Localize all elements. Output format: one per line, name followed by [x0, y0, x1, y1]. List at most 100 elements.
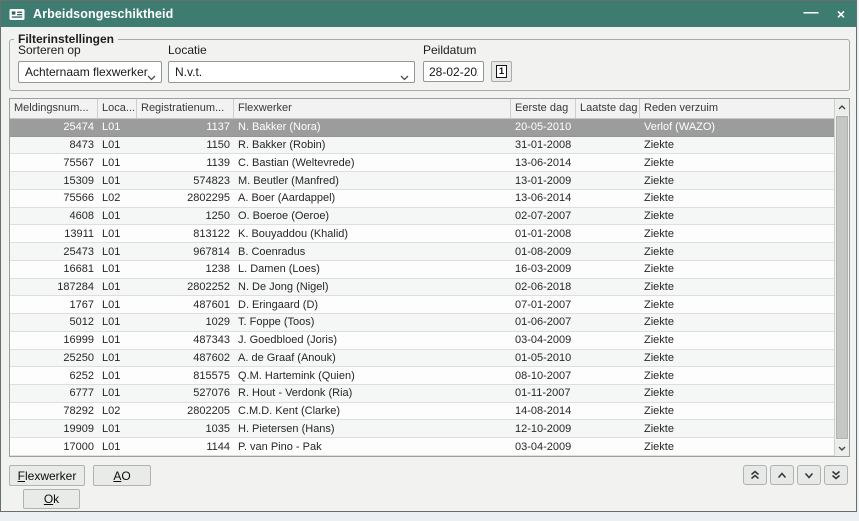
nav-last-button[interactable]: [824, 465, 848, 485]
cell-registratie: 2802205: [137, 405, 234, 417]
cell-flexwerker: O. Boeroe (Oeroe): [234, 210, 511, 222]
cell-reden: Ziekte: [640, 157, 834, 169]
cell-locatie: L01: [98, 121, 137, 133]
cell-flexwerker: D. Eringaard (D): [234, 299, 511, 311]
double-chevron-up-icon: [750, 470, 760, 480]
cell-eerste: 01-05-2010: [511, 352, 576, 364]
sort-label: Sorteren op: [18, 43, 162, 57]
cell-registratie: 1137: [137, 121, 234, 133]
table-row[interactable]: 25474L011137N. Bakker (Nora)20-05-2010Ve…: [10, 119, 834, 137]
cell-registratie: 967814: [137, 246, 234, 258]
sort-dropdown-value: Achternaam flexwerker: [25, 65, 148, 79]
ok-button[interactable]: Ok: [23, 489, 80, 509]
table-row[interactable]: 4608L011250O. Boeroe (Oeroe)02-07-2007Zi…: [10, 208, 834, 226]
cell-reden: Ziekte: [640, 175, 834, 187]
nav-first-button[interactable]: [743, 465, 767, 485]
title-bar[interactable]: Arbeidsongeschiktheid — ×: [1, 1, 856, 27]
table-row[interactable]: 75567L011139C. Bastian (Weltevrede)13-06…: [10, 154, 834, 172]
date-input[interactable]: [423, 61, 484, 82]
location-dropdown[interactable]: N.v.t.: [168, 61, 415, 83]
scroll-up-icon[interactable]: [835, 99, 849, 115]
date-label: Peildatum: [423, 43, 512, 57]
cell-melding: 6252: [10, 370, 98, 382]
cell-registratie: 487343: [137, 334, 234, 346]
table-row[interactable]: 6777L01527076R. Hout - Verdonk (Ria)01-1…: [10, 385, 834, 403]
cell-melding: 25250: [10, 352, 98, 364]
cell-registratie: 1029: [137, 316, 234, 328]
column-header-flexwerker[interactable]: Flexwerker: [234, 99, 511, 118]
table-row[interactable]: 13911L01813122K. Bouyaddou (Khalid)01-01…: [10, 225, 834, 243]
cell-locatie: L01: [98, 299, 137, 311]
calendar-icon: 1: [496, 65, 507, 78]
column-header-reden[interactable]: Reden verzuim: [640, 99, 834, 118]
cell-locatie: L01: [98, 352, 137, 364]
records-table: Meldingsnum...Loca...Registratienum...Fl…: [9, 98, 850, 457]
cell-locatie: L01: [98, 157, 137, 169]
table-row[interactable]: 25473L01967814B. Coenradus01-08-2009Ziek…: [10, 243, 834, 261]
cell-locatie: L01: [98, 370, 137, 382]
cell-melding: 75567: [10, 157, 98, 169]
scroll-down-icon[interactable]: [835, 440, 849, 456]
column-header-locatie[interactable]: Loca...: [98, 99, 137, 118]
table-row[interactable]: 16999L01487343J. Goedbloed (Joris)03-04-…: [10, 332, 834, 350]
table-row[interactable]: 5012L011029T. Foppe (Toos)01-06-2007Ziek…: [10, 314, 834, 332]
cell-reden: Ziekte: [640, 263, 834, 275]
sort-dropdown[interactable]: Achternaam flexwerker: [18, 61, 162, 83]
cell-reden: Ziekte: [640, 441, 834, 453]
cell-registratie: 574823: [137, 175, 234, 187]
table-row[interactable]: 75566L022802295A. Boer (Aardappel)13-06-…: [10, 190, 834, 208]
column-header-eerste[interactable]: Eerste dag: [511, 99, 576, 118]
cell-eerste: 02-07-2007: [511, 210, 576, 222]
cell-flexwerker: P. van Pino - Pak: [234, 441, 511, 453]
cell-locatie: L01: [98, 228, 137, 240]
cell-eerste: 07-01-2007: [511, 299, 576, 311]
column-header-laatste[interactable]: Laatste dag: [576, 99, 640, 118]
vertical-scrollbar[interactable]: [834, 99, 849, 456]
cell-reden: Ziekte: [640, 423, 834, 435]
cell-reden: Ziekte: [640, 281, 834, 293]
cell-flexwerker: H. Pietersen (Hans): [234, 423, 511, 435]
table-row[interactable]: 25250L01487602A. de Graaf (Anouk)01-05-2…: [10, 350, 834, 368]
cell-flexwerker: A. de Graaf (Anouk): [234, 352, 511, 364]
cell-locatie: L01: [98, 263, 137, 275]
minimize-button[interactable]: —: [796, 1, 826, 27]
cell-locatie: L01: [98, 139, 137, 151]
table-row[interactable]: 78292L022802205C.M.D. Kent (Clarke)14-08…: [10, 403, 834, 421]
table-row[interactable]: 8473L011150R. Bakker (Robin)31-01-2008Zi…: [10, 137, 834, 155]
scrollbar-thumb[interactable]: [836, 116, 848, 439]
cell-locatie: L01: [98, 281, 137, 293]
cell-locatie: L02: [98, 192, 137, 204]
cell-locatie: L01: [98, 246, 137, 258]
table-row[interactable]: 1767L01487601D. Eringaard (D)07-01-2007Z…: [10, 296, 834, 314]
calendar-button[interactable]: 1: [491, 61, 512, 82]
cell-reden: Ziekte: [640, 139, 834, 151]
cell-flexwerker: J. Goedbloed (Joris): [234, 334, 511, 346]
nav-next-button[interactable]: [797, 465, 821, 485]
cell-reden: Ziekte: [640, 192, 834, 204]
cell-melding: 5012: [10, 316, 98, 328]
close-button[interactable]: ×: [826, 1, 856, 27]
table-row[interactable]: 15309L01574823M. Beutler (Manfred)13-01-…: [10, 172, 834, 190]
cell-melding: 16999: [10, 334, 98, 346]
cell-registratie: 813122: [137, 228, 234, 240]
chevron-down-icon: [400, 70, 409, 84]
table-row[interactable]: 6252L01815575Q.M. Hartemink (Quien)08-10…: [10, 367, 834, 385]
table-row[interactable]: 16681L011238L. Damen (Loes)16-03-2009Zie…: [10, 261, 834, 279]
cell-reden: Ziekte: [640, 316, 834, 328]
column-header-registratie[interactable]: Registratienum...: [137, 99, 234, 118]
cell-melding: 17000: [10, 441, 98, 453]
ao-button[interactable]: AO: [93, 465, 151, 486]
cell-flexwerker: L. Damen (Loes): [234, 263, 511, 275]
column-header-melding[interactable]: Meldingsnum...: [10, 99, 98, 118]
cell-flexwerker: R. Hout - Verdonk (Ria): [234, 387, 511, 399]
nav-previous-button[interactable]: [770, 465, 794, 485]
cell-eerste: 01-01-2008: [511, 228, 576, 240]
table-row[interactable]: 187284L012802252N. De Jong (Nigel)02-06-…: [10, 279, 834, 297]
table-row[interactable]: 17000L011144P. van Pino - Pak03-04-2009Z…: [10, 438, 834, 456]
cell-registratie: 487602: [137, 352, 234, 364]
double-chevron-down-icon: [831, 470, 841, 480]
chevron-down-icon: [147, 70, 156, 84]
table-row[interactable]: 19909L011035H. Pietersen (Hans)12-10-200…: [10, 420, 834, 438]
flexwerker-button[interactable]: Flexwerker: [9, 465, 85, 486]
cell-flexwerker: M. Beutler (Manfred): [234, 175, 511, 187]
